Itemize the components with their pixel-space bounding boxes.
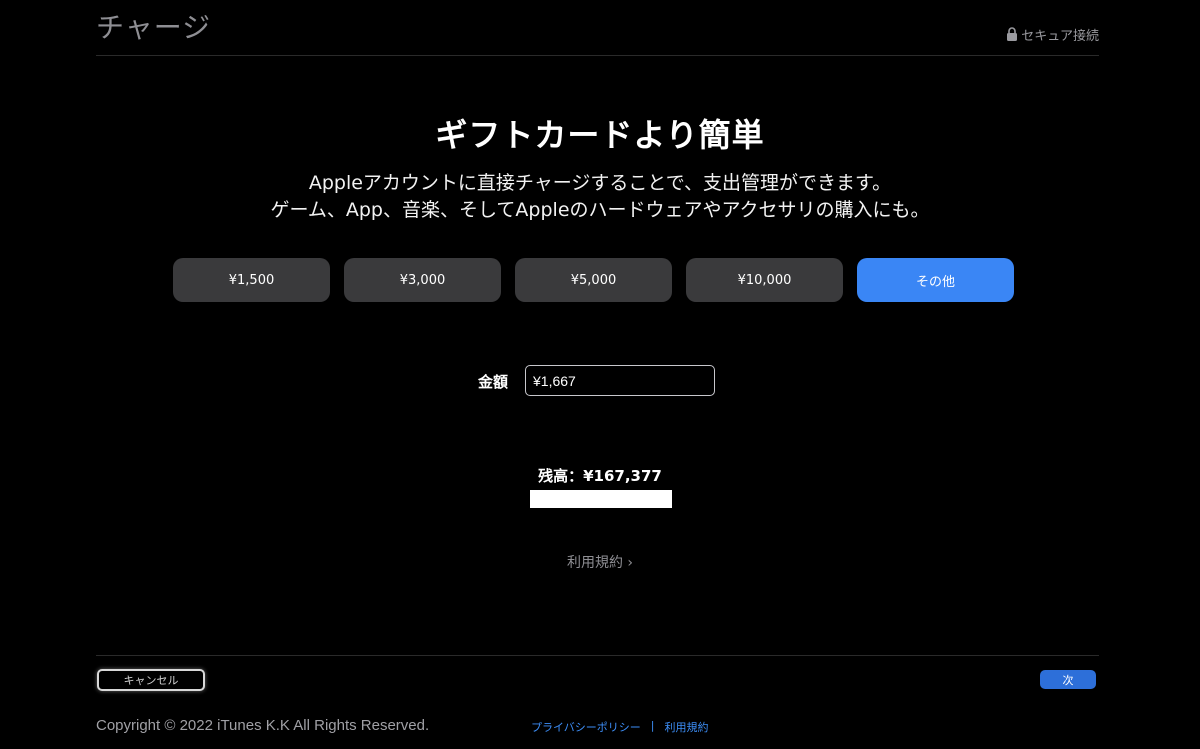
amount-option-10000[interactable]: ¥10,000 [686, 258, 843, 302]
cancel-button[interactable]: キャンセル [97, 669, 205, 691]
amount-option-3000[interactable]: ¥3,000 [344, 258, 501, 302]
next-button[interactable]: 次 [1040, 670, 1096, 689]
balance-text: 残高：¥167,377 [538, 467, 662, 485]
subtitle-line-1: Appleアカウントに直接チャージすることで、支出管理ができます。 [308, 172, 892, 194]
secure-label: セキュア接続 [1021, 29, 1099, 44]
header: チャージ セキュア接続 [96, 0, 1099, 56]
amount-label: 金額 [478, 373, 509, 391]
lock-icon [1006, 27, 1018, 42]
headline: ギフトカードより簡単 [435, 116, 765, 154]
footer-divider [96, 655, 1099, 656]
copyright: Copyright © 2022 iTunes K.K All Rights R… [96, 717, 430, 734]
page-title: チャージ [96, 11, 212, 44]
amount-option-1500[interactable]: ¥1,500 [173, 258, 330, 302]
privacy-policy-link[interactable]: プライバシーポリシー [531, 719, 641, 735]
balance-bar [530, 490, 672, 508]
secure-connection: セキュア接続 [1006, 25, 1099, 44]
footer-separator: | [650, 719, 655, 732]
footer-terms-link[interactable]: 利用規約 [665, 719, 709, 735]
subtitle-line-2: ゲーム、App、音楽、そしてAppleのハードウェアやアクセサリの購入にも。 [270, 199, 930, 221]
amount-options: ¥1,500 ¥3,000 ¥5,000 ¥10,000 その他 [173, 258, 1014, 302]
amount-option-other[interactable]: その他 [857, 258, 1014, 302]
amount-row: 金額 [0, 365, 1200, 396]
amount-input[interactable] [525, 365, 715, 396]
terms-link[interactable]: 利用規約 › [0, 552, 1200, 572]
footer-links: プライバシーポリシー | 利用規約 [531, 719, 709, 735]
amount-option-5000[interactable]: ¥5,000 [515, 258, 672, 302]
